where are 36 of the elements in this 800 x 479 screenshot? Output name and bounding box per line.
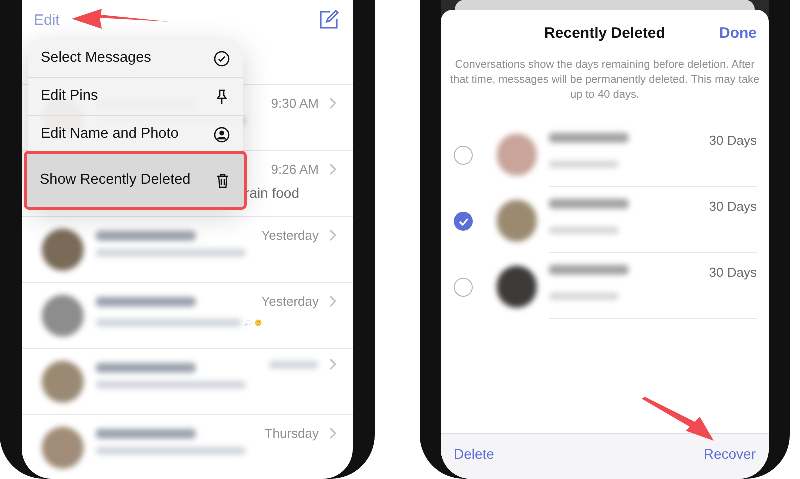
- selection-radio[interactable]: [454, 278, 473, 297]
- checkmark-icon: [458, 218, 468, 226]
- info-text: Conversations show the days remaining before deletion. After that time, messages will be permanently deleted. This may take up to 40 days.: [450, 58, 760, 103]
- chevron-icon: [329, 163, 337, 176]
- selection-radio[interactable]: [454, 146, 473, 165]
- chevron-icon: [329, 97, 337, 110]
- menu-item[interactable]: Show Recently Deleted: [27, 154, 244, 207]
- selection-radio[interactable]: [454, 212, 473, 231]
- pin-icon: [214, 88, 230, 104]
- checkmark-circle-icon: [214, 50, 230, 66]
- recover-button[interactable]: Recover: [704, 444, 756, 465]
- blurred-preview: [549, 292, 619, 300]
- message-time: 9:26 AM: [271, 161, 319, 179]
- done-button[interactable]: Done: [720, 22, 757, 46]
- pointer-arrow: [642, 397, 714, 441]
- compose-icon[interactable]: [319, 10, 339, 30]
- days-remaining: 30 Days: [709, 264, 757, 282]
- message-time: Yesterday: [262, 227, 319, 245]
- chevron-icon: [329, 295, 337, 308]
- chevron-icon: [329, 427, 337, 440]
- delete-button[interactable]: Delete: [454, 444, 494, 465]
- blurred-preview: [549, 160, 619, 168]
- menu-item[interactable]: Select Messages: [28, 40, 243, 78]
- menu-item[interactable]: Edit Pins: [28, 78, 243, 116]
- message-time: Yesterday: [262, 293, 319, 311]
- message-time: 9:30 AM: [271, 95, 319, 113]
- days-remaining: 30 Days: [709, 198, 757, 216]
- sheet-title: Recently Deleted: [544, 24, 666, 44]
- message-time: Thursday: [264, 425, 319, 443]
- days-remaining: 30 Days: [709, 132, 757, 150]
- trash-icon: [215, 172, 231, 188]
- blurred-preview: [549, 226, 619, 234]
- chevron-icon: [329, 229, 337, 242]
- blurred-time: [269, 360, 319, 368]
- chevron-icon: [329, 358, 337, 371]
- person-circle-icon: [214, 126, 230, 142]
